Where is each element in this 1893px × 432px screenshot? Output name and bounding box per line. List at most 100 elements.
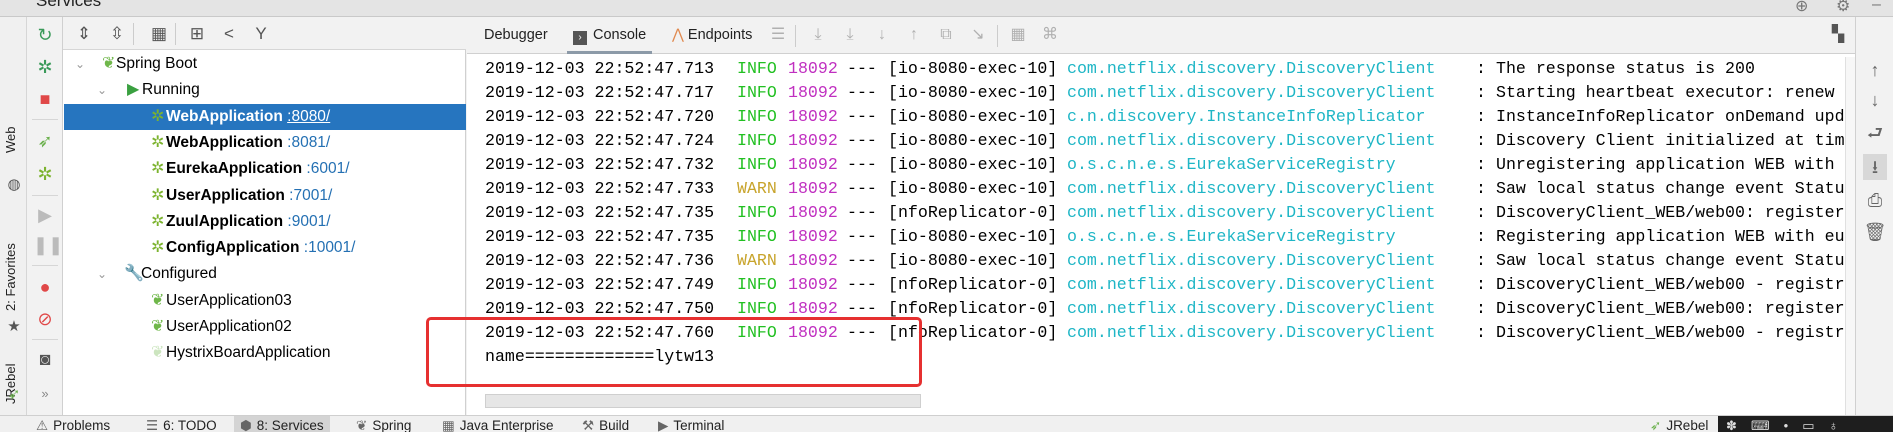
vertical-scrollbar[interactable] <box>1845 57 1855 415</box>
bottom-tab[interactable]: ⚒ Build <box>576 416 635 432</box>
bottom-tab[interactable]: ⬢ 8: Services <box>234 416 330 432</box>
tree-item-running-app[interactable]: ✲ WebApplication :8081/ <box>64 130 466 156</box>
resume-icon[interactable]: ▶ <box>33 203 57 227</box>
tree-group-configured[interactable]: ⌄ 🔧 Configured <box>64 261 466 287</box>
run-to-cursor-icon[interactable]: ↘ <box>967 24 989 46</box>
divider <box>133 23 134 45</box>
app-port-link[interactable]: :10001/ <box>304 239 356 256</box>
soft-wrap-icon[interactable]: ⮐ <box>1863 120 1887 146</box>
tab-endpoints[interactable]: ⋀ Endpoints <box>672 17 752 54</box>
left-tool-stripe: Web ◍ 2: Favorites ★ JRebel ➶ <box>0 17 27 415</box>
gear-icon[interactable]: ⚙ <box>1836 0 1850 16</box>
trace-icon[interactable]: ⌘ <box>1039 24 1061 46</box>
app-port-link[interactable]: :6001/ <box>306 160 349 177</box>
bottom-tab[interactable]: ▶ Terminal <box>652 416 730 432</box>
bottom-tab[interactable]: ❦ Spring <box>350 416 417 432</box>
bottom-tab[interactable]: ☰ 6: TODO <box>140 416 223 432</box>
tab-debugger[interactable]: Debugger <box>484 17 548 54</box>
jrebel-run-icon[interactable]: ➶ <box>33 129 57 153</box>
show-execution-point-icon[interactable]: ⤓ <box>807 24 829 46</box>
log-level: INFO <box>737 131 777 150</box>
layout-icon[interactable]: ▚ <box>1827 24 1849 46</box>
down-arrow-icon[interactable]: ↓ <box>1863 87 1887 113</box>
bottom-tab[interactable]: ⚠ Problems <box>30 416 116 432</box>
drop-frame-icon[interactable]: ⧉ <box>935 24 957 46</box>
minimize-icon[interactable]: – <box>1872 0 1881 14</box>
rerun-icon[interactable]: ↻ <box>33 23 57 47</box>
app-entry: ConfigApplication :10001/ <box>166 235 355 261</box>
horizontal-scrollbar[interactable] <box>485 394 921 408</box>
window-icon[interactable]: ▭ <box>1802 418 1828 432</box>
log-message: DiscoveryClient_WEB/web00 - registrat <box>1496 275 1845 294</box>
bottom-tab[interactable]: ▦ Java Enterprise <box>436 416 560 432</box>
trash-icon[interactable]: 🗑 <box>1863 219 1887 245</box>
app-port-link[interactable]: :8080/ <box>287 108 330 125</box>
jrebel-rocket-icon: ➶ <box>7 386 21 403</box>
app-name: ZuulApplication <box>166 212 284 230</box>
app-port-link[interactable]: :9001/ <box>287 213 330 230</box>
jrebel-status[interactable]: ➶ JRebel <box>1644 416 1714 432</box>
stop-icon[interactable]: ■ <box>33 87 57 111</box>
tree-toolbar: ⇕ ⇳ ▦ ⊞ < Y <box>63 17 466 50</box>
chevron-down-icon[interactable]: ⌄ <box>97 77 107 103</box>
camera-icon[interactable]: ◙ <box>33 347 57 371</box>
debug-icon[interactable]: ✲ <box>33 55 57 79</box>
tree-group-running[interactable]: ⌄ ▶ Running <box>64 77 466 103</box>
scroll-to-end-icon[interactable]: ⭳ <box>1863 154 1887 180</box>
jrebel-icon: ➶ <box>1650 418 1662 432</box>
pause-icon[interactable]: ❚❚ <box>33 233 63 257</box>
app-entry: ZuulApplication :9001/ <box>166 209 331 235</box>
step-out-icon[interactable]: ↑ <box>903 24 925 46</box>
mute-breakpoints-icon[interactable]: ⊘ <box>33 307 57 331</box>
tree-item-configured-app[interactable]: ❦ UserApplication02 <box>64 314 466 340</box>
favorites-tab[interactable]: 2: Favorites <box>3 243 18 311</box>
tree-item-configured-app[interactable]: ❦ HystrixBoardApplication <box>64 340 466 366</box>
step-over-icon[interactable]: ⤓ <box>839 24 861 46</box>
app-port-link[interactable]: :8081/ <box>287 134 330 151</box>
separator: : <box>1476 131 1486 150</box>
breakpoints-icon[interactable]: ● <box>33 275 57 299</box>
collapse-all-icon[interactable]: ⇳ <box>105 22 129 46</box>
add-service-icon[interactable]: ⊞ <box>185 22 209 46</box>
tree-item-running-app[interactable]: ✲ EurekaApplication :6001/ <box>64 156 466 182</box>
timestamp: 2019-12-03 22:52:47.736 <box>485 251 715 270</box>
separator: : <box>1476 83 1486 102</box>
dot-icon[interactable]: • <box>1784 418 1803 432</box>
step-into-icon[interactable]: ↓ <box>871 24 893 46</box>
print-icon[interactable]: ⎙ <box>1863 187 1887 213</box>
tree-item-running-app[interactable]: ✲ WebApplication :8080/ <box>64 103 466 130</box>
split-icon[interactable]: < <box>217 22 241 46</box>
app-entry: WebApplication :8080/ <box>166 104 330 130</box>
web-tab[interactable]: Web <box>3 127 18 154</box>
mic-icon[interactable]: ♁ <box>1829 418 1853 432</box>
tree-item-running-app[interactable]: ✲ UserApplication :7001/ <box>64 183 466 209</box>
paw-icon[interactable]: ✽ <box>1726 418 1751 432</box>
tree-item-running-app[interactable]: ✲ ZuulApplication :9001/ <box>64 209 466 235</box>
group-by-icon[interactable]: ▦ <box>147 22 171 46</box>
jrebel-debug-app-icon: ✲ <box>151 186 165 204</box>
globe-icon[interactable]: ⊕ <box>1795 0 1808 16</box>
evaluate-icon[interactable]: ▦ <box>1007 24 1029 46</box>
expand-all-icon[interactable]: ⇕ <box>72 22 96 46</box>
tree-group-spring-boot[interactable]: ⌄ ❦ Spring Boot <box>64 51 466 77</box>
jrebel-debug-icon[interactable]: ✲ <box>33 162 57 186</box>
filter-icon[interactable]: Y <box>249 22 273 46</box>
timestamp: 2019-12-03 22:52:47.717 <box>485 83 715 102</box>
chevron-down-icon[interactable]: ⌄ <box>97 261 107 287</box>
separator: --- <box>847 83 877 102</box>
app-port-link[interactable]: :7001/ <box>289 187 332 204</box>
spring-boot-icon: ❦ <box>102 55 116 72</box>
keyboard-icon[interactable]: ⌨ <box>1751 418 1784 432</box>
menu-icon[interactable]: ☰ <box>767 24 789 46</box>
tree-item-running-app[interactable]: ✲ ConfigApplication :10001/ <box>64 235 466 261</box>
panel-title: Services <box>36 0 102 10</box>
app-name: UserApplication <box>166 186 285 204</box>
up-arrow-icon[interactable]: ↑ <box>1863 57 1887 83</box>
timestamp: 2019-12-03 22:52:47.733 <box>485 179 715 198</box>
more-icon[interactable]: » <box>33 382 57 406</box>
divider <box>997 25 998 47</box>
tab-console[interactable]: › Console <box>567 17 653 54</box>
logger-name: o.s.c.n.e.s.EurekaServiceRegistry <box>1067 155 1396 174</box>
chevron-down-icon[interactable]: ⌄ <box>75 51 85 77</box>
tree-item-configured-app[interactable]: ❦ UserApplication03 <box>64 288 466 314</box>
